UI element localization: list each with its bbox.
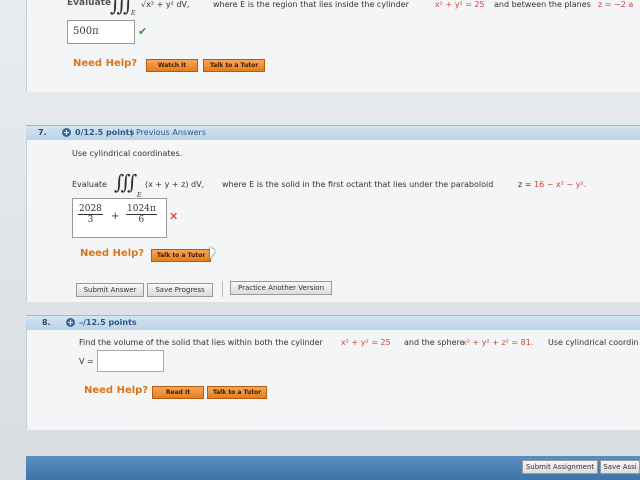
mouse-cursor-icon — [210, 247, 215, 259]
question-7-header: 7. + 0/12.5 points | Previous Answers — [26, 125, 640, 141]
q6-talk-to-tutor-button[interactable]: Talk to a Tutor — [203, 59, 265, 72]
q7-instruction: Use cylindrical coordinates. — [72, 149, 183, 158]
q6-between-text: and between the planes — [494, 0, 591, 9]
correct-check-icon: ✔ — [138, 25, 148, 38]
incorrect-cross-icon: ✕ — [169, 210, 179, 223]
q7-need-help-label: Need Help? — [80, 248, 145, 259]
q8-question-text-1: Find the volume of the solid that lies w… — [79, 338, 323, 347]
q6-subscript: E — [131, 10, 136, 17]
assignment-footer-bar: Submit Assignment Save Assi — [26, 456, 640, 480]
q7-practice-another-version-button[interactable]: Practice Another Version — [230, 281, 332, 295]
q8-talk-to-tutor-button[interactable]: Talk to a Tutor — [207, 386, 267, 399]
q7-paraboloid-lhs: z = — [518, 180, 532, 189]
q7-frac1-numerator: 2028 — [78, 204, 103, 215]
q7-number: 7. — [38, 128, 47, 137]
q8-need-help-label: Need Help? — [84, 385, 149, 396]
q7-save-progress-button[interactable]: Save Progress — [147, 283, 213, 297]
q8-question-text-2: and the sphere — [404, 338, 465, 347]
question-8-header: 8. + –/12.5 points — [26, 315, 640, 331]
q7-previous-answers-link[interactable]: Previous Answers — [136, 128, 206, 137]
q7-button-divider — [222, 281, 223, 297]
q8-number: 8. — [42, 318, 51, 327]
q6-evaluate-label: Evaluate — [67, 0, 112, 8]
q7-where-text: where E is the solid in the first octant… — [222, 180, 494, 189]
q7-integrand: (x + y + z) dV, — [145, 180, 205, 189]
q7-frac2-denominator: 6 — [138, 215, 145, 225]
q8-volume-label: V = — [79, 357, 94, 366]
q6-need-help-label: Need Help? — [73, 58, 138, 69]
q7-talk-to-tutor-button[interactable]: Talk to a Tutor — [151, 249, 211, 262]
q8-cylinder-equation: x² + y² = 25 — [341, 338, 391, 347]
submit-assignment-button[interactable]: Submit Assignment — [522, 460, 598, 474]
q7-frac1-denominator: 3 — [87, 215, 94, 225]
q7-answer-fraction-2: 1024π 6 — [126, 204, 157, 225]
assignment-page: Evaluate ∭ E √x² + y² dV, where E is the… — [0, 0, 640, 480]
q8-sphere-equation: x² + y² + z² = 81. — [462, 338, 534, 347]
q7-submit-answer-button[interactable]: Submit Answer — [76, 283, 144, 297]
q8-points: –/12.5 points — [79, 318, 137, 327]
q7-answer-fraction-1: 2028 3 — [78, 204, 103, 225]
q6-integrand: √x² + y² dV, — [141, 0, 190, 9]
q6-triple-integral: ∭ — [110, 0, 134, 16]
q7-answer-plus: + — [111, 211, 120, 222]
q7-frac2-numerator: 1024π — [126, 204, 157, 215]
save-assignment-button[interactable]: Save Assi — [600, 460, 640, 474]
q8-read-it-button[interactable]: Read It — [152, 386, 204, 399]
q7-separator: | — [130, 128, 133, 137]
q7-points: 0/12.5 points — [75, 128, 135, 137]
q6-answer-value: 500π — [73, 26, 99, 37]
q7-evaluate-label: Evaluate — [72, 180, 107, 189]
q7-expand-icon[interactable]: + — [62, 128, 71, 137]
q6-answer-box[interactable]: 500π — [67, 20, 135, 44]
q6-watch-it-button[interactable]: Watch It — [146, 59, 198, 72]
q7-triple-integral: ∭ — [114, 170, 138, 194]
q8-expand-icon[interactable]: + — [66, 318, 75, 327]
q6-cylinder-equation: x² + y² = 25 — [435, 0, 485, 9]
q6-plane-equation: z = −2 a — [598, 0, 634, 9]
q8-question-text-3: Use cylindrical coordin — [548, 338, 639, 347]
q6-where-text: where E is the region that lies inside t… — [213, 0, 409, 9]
q8-volume-input[interactable] — [97, 350, 164, 372]
q7-paraboloid-rhs: 16 − x² − y². — [534, 180, 587, 189]
